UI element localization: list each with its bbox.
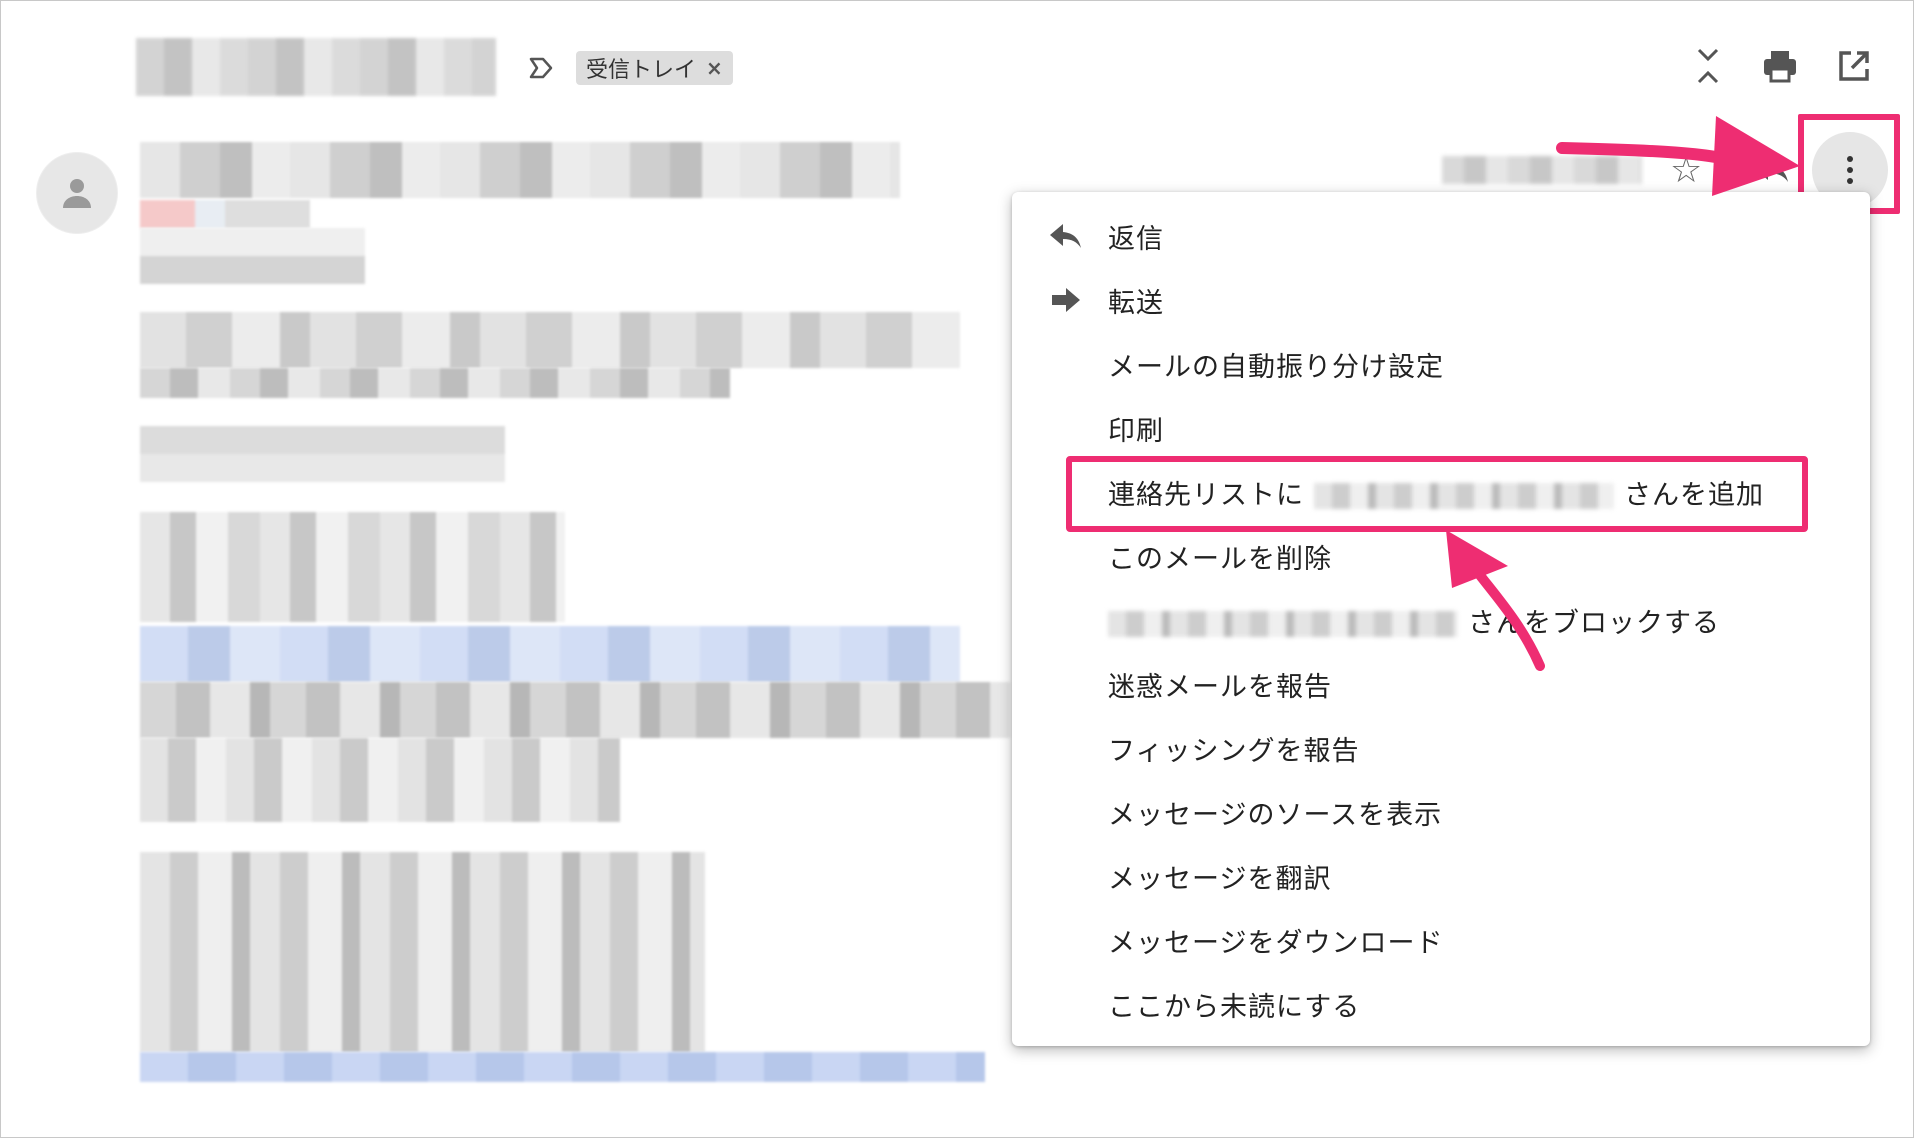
body-link-blurred bbox=[140, 1052, 985, 1082]
unfold-icon[interactable] bbox=[1688, 46, 1728, 86]
menu-item-label: メッセージをダウンロード bbox=[1108, 927, 1444, 959]
highlight-add-contact bbox=[1066, 456, 1808, 532]
forward-icon bbox=[1048, 282, 1084, 318]
menu-item-show-original[interactable]: メッセージのソースを表示 bbox=[1012, 780, 1870, 844]
body-paragraph-blurred bbox=[140, 312, 960, 368]
reply-icon bbox=[1048, 218, 1084, 254]
menu-item-download[interactable]: メッセージをダウンロード bbox=[1012, 908, 1870, 972]
body-paragraph-blurred bbox=[140, 368, 730, 398]
menu-item-label: 返信 bbox=[1108, 223, 1164, 255]
menu-item-block[interactable]: さんをブロックする bbox=[1012, 588, 1870, 652]
menu-item-forward[interactable]: 転送 bbox=[1012, 268, 1870, 332]
menu-item-report-phishing[interactable]: フィッシングを報告 bbox=[1012, 716, 1870, 780]
menu-item-reply[interactable]: 返信 bbox=[1012, 204, 1870, 268]
menu-item-filter[interactable]: メールの自動振り分け設定 bbox=[1012, 332, 1870, 396]
person-icon bbox=[63, 179, 91, 208]
menu-item-translate[interactable]: メッセージを翻訳 bbox=[1012, 844, 1870, 908]
body-link-blurred bbox=[140, 626, 960, 682]
menu-item-label: フィッシングを報告 bbox=[1108, 735, 1360, 767]
label-chip-inbox[interactable]: 受信トレイ × bbox=[576, 51, 733, 85]
print-icon[interactable] bbox=[1760, 46, 1800, 86]
label-chip-text: 受信トレイ bbox=[586, 58, 697, 83]
menu-item-label: このメールを削除 bbox=[1108, 543, 1332, 575]
menu-item-label: ここから未読にする bbox=[1108, 991, 1361, 1023]
reply-icon[interactable] bbox=[1752, 154, 1792, 184]
menu-item-label: メールの自動振り分け設定 bbox=[1108, 351, 1444, 383]
recipient-blurred bbox=[140, 228, 365, 284]
body-paragraph-blurred bbox=[140, 682, 1010, 738]
menu-item-label: さんをブロックする bbox=[1108, 601, 1720, 640]
menu-item-label: メッセージのソースを表示 bbox=[1108, 799, 1443, 831]
more-options-menu: 返信 転送 メールの自動振り分け設定 印刷 連絡先リストに さんを追加 このメール… bbox=[1012, 192, 1870, 1046]
sender-name-blurred bbox=[1108, 611, 1458, 637]
subject-blurred bbox=[136, 38, 496, 96]
sender-name-blurred bbox=[140, 142, 900, 198]
menu-item-label: メッセージを翻訳 bbox=[1108, 863, 1332, 895]
body-paragraph-blurred bbox=[140, 426, 505, 482]
menu-item-label: 転送 bbox=[1108, 287, 1164, 319]
label-icon bbox=[528, 56, 554, 80]
open-in-new-icon[interactable] bbox=[1834, 46, 1874, 86]
star-outline-icon[interactable]: ☆ bbox=[1670, 150, 1702, 191]
sender-detail-blurred bbox=[140, 200, 310, 228]
menu-item-delete[interactable]: このメールを削除 bbox=[1012, 524, 1870, 588]
menu-item-print[interactable]: 印刷 bbox=[1012, 396, 1870, 460]
body-paragraph-blurred bbox=[140, 852, 705, 1052]
menu-item-report-spam[interactable]: 迷惑メールを報告 bbox=[1012, 652, 1870, 716]
menu-item-suffix: さんをブロックする bbox=[1468, 607, 1720, 639]
menu-item-mark-unread[interactable]: ここから未読にする bbox=[1012, 972, 1870, 1036]
chip-close-icon[interactable]: × bbox=[706, 56, 723, 80]
body-paragraph-blurred bbox=[140, 512, 565, 622]
menu-item-label: 迷惑メールを報告 bbox=[1108, 671, 1332, 703]
menu-item-label: 印刷 bbox=[1108, 415, 1164, 447]
avatar bbox=[36, 152, 118, 234]
body-paragraph-blurred bbox=[140, 738, 620, 822]
date-blurred bbox=[1442, 156, 1642, 184]
